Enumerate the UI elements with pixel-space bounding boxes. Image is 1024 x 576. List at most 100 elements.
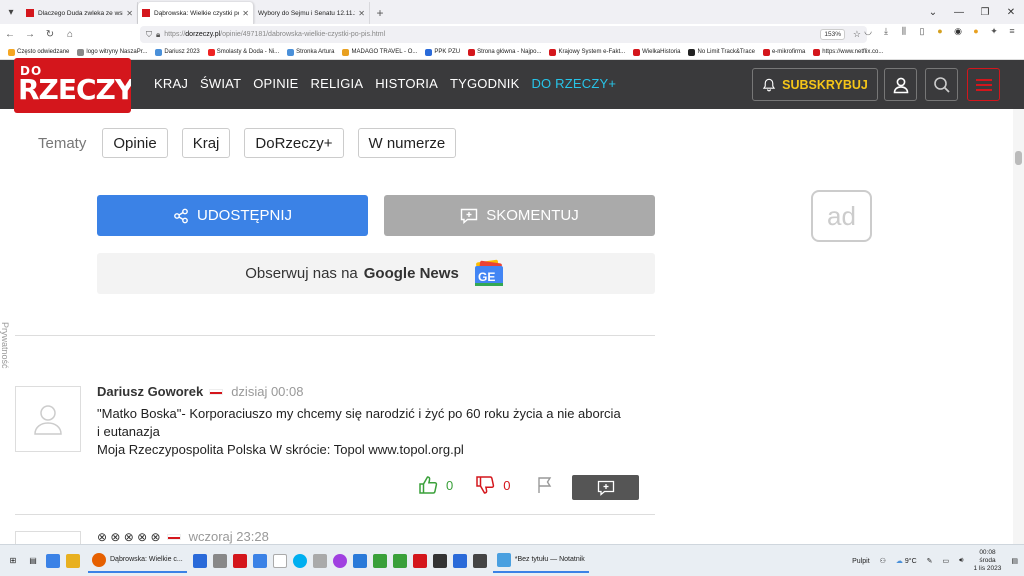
people-icon[interactable]: ⚇ (880, 557, 886, 565)
bookmark-item[interactable]: WielkaHistoria (633, 48, 680, 56)
nav-item-religia[interactable]: RELIGIA (311, 76, 364, 91)
volume-icon[interactable]: 🔊︎ (959, 557, 963, 565)
app-icon[interactable] (372, 553, 387, 568)
app-icon[interactable] (392, 553, 407, 568)
menu-button[interactable] (967, 68, 1000, 101)
messenger-icon[interactable] (332, 553, 347, 568)
thumbs-up-icon[interactable] (418, 475, 438, 495)
restore-icon[interactable]: ❐ (972, 0, 998, 24)
forward-icon[interactable]: → (20, 29, 40, 40)
user-account-button[interactable] (884, 68, 917, 101)
start-icon[interactable]: ⊞ (6, 554, 20, 568)
subscribe-button[interactable]: SUBSKRYBUJ (752, 68, 878, 101)
taskbar-app-notepad[interactable]: *Bez tytułu — Notatnik (492, 549, 589, 573)
tab-list-icon[interactable]: ▾ (0, 0, 22, 24)
app-icon[interactable] (472, 553, 487, 568)
extensions-puzzle-icon[interactable]: ✦ (988, 26, 1000, 37)
zoom-indicator[interactable]: 153% (820, 29, 845, 40)
bookmark-item[interactable]: MADAGO TRAVEL - O... (342, 48, 417, 56)
reload-icon[interactable]: ↻ (40, 29, 60, 40)
network-icon[interactable]: ▭ (943, 557, 950, 565)
app-icon[interactable] (312, 553, 327, 568)
folder-icon[interactable] (66, 553, 80, 568)
skype-icon[interactable] (292, 553, 307, 568)
weather-widget[interactable]: ☁ 9°C (896, 557, 917, 565)
thumbs-down-icon[interactable] (475, 475, 495, 495)
nav-item-dorzeczy-plus[interactable]: DO RZECZY+ (531, 76, 616, 91)
bookmark-star-icon[interactable]: ☆ (853, 29, 861, 40)
topic-chip-w-numerze[interactable]: W numerze (357, 128, 457, 158)
topic-chip-dorzeczy-plus[interactable]: DoRzeczy+ (244, 128, 344, 158)
lock-icon[interactable]: 🔒︎ (156, 30, 160, 40)
shield-icon[interactable]: ⛉ (146, 30, 152, 40)
bookmark-item[interactable]: PPK PZU (425, 48, 460, 56)
nav-item-swiat[interactable]: ŚWIAT (200, 76, 241, 91)
nav-item-tygodnik[interactable]: TYGODNIK (450, 76, 520, 91)
topic-chip-opinie[interactable]: Opinie (102, 128, 168, 158)
home-icon[interactable]: ⌂ (60, 29, 80, 40)
bookmark-item[interactable]: Często odwiedzane (8, 48, 69, 56)
task-view-icon[interactable]: ▤ (26, 554, 40, 568)
search-button[interactable] (925, 68, 958, 101)
bookmark-item[interactable]: Stronka Artura (287, 48, 334, 56)
file-icon[interactable] (272, 553, 287, 568)
tab-overflow-icon[interactable]: ⌄ (920, 0, 946, 24)
browser-tab[interactable]: Wybory do Sejmu i Senatu 12.11.20 ✕ (254, 2, 370, 24)
taskbar-app-firefox[interactable]: Dąbrowska: Wielkie c... (88, 549, 187, 573)
scrollbar-thumb[interactable] (1015, 151, 1022, 165)
app-icon[interactable] (432, 553, 447, 568)
sidebar-icon[interactable]: ▯ (916, 26, 928, 37)
nav-item-kraj[interactable]: KRAJ (154, 76, 188, 91)
pdf-icon[interactable] (232, 553, 247, 568)
share-button[interactable]: UDOSTĘPNIJ (97, 195, 368, 236)
author-name[interactable]: ⊗ ⊗ ⊗ ⊗ ⊗ (97, 530, 161, 544)
topic-chip-kraj[interactable]: Kraj (181, 128, 231, 158)
nav-item-opinie[interactable]: OPINIE (253, 76, 298, 91)
bookmark-item[interactable]: Krajowy System e-Fakt... (549, 48, 625, 56)
extension-icon[interactable]: ● (934, 26, 946, 37)
taskbar-clock[interactable]: 00:08 środa 1 lis 2023 (974, 549, 1002, 573)
close-tab-icon[interactable]: ✕ (358, 9, 365, 18)
bookmark-item[interactable]: No Limit Track&Trace (688, 48, 755, 56)
pocket-icon[interactable]: ◡ (862, 26, 874, 37)
app-icon[interactable] (412, 553, 427, 568)
app-icon[interactable] (452, 553, 467, 568)
browser-tab[interactable]: Dlaczego Duda zwleka ze wskaz ✕ (22, 2, 138, 24)
address-bar[interactable]: ⛉ 🔒︎ https://dorzeczy.pl/opinie/497181/d… (140, 26, 867, 43)
app-icon[interactable] (192, 553, 207, 568)
download-icon[interactable]: ⤓ (880, 26, 892, 37)
app-icon[interactable] (46, 553, 60, 568)
app-icon[interactable] (352, 553, 367, 568)
pen-icon[interactable]: ✎ (927, 557, 933, 565)
page-scrollbar[interactable] (1013, 109, 1024, 544)
google-news-follow[interactable]: Obserwuj nas na Google News GE (97, 253, 655, 294)
app-menu-icon[interactable]: ≡ (1006, 26, 1018, 37)
bookmark-item[interactable]: Strona główna - Najpo... (468, 48, 541, 56)
reply-button[interactable] (572, 475, 639, 500)
extension-icon[interactable]: ● (970, 26, 982, 37)
bookmark-item[interactable]: https://www.netflix.co... (813, 48, 883, 56)
back-icon[interactable]: ← (0, 29, 20, 40)
bookmark-item[interactable]: Dariusz 2023 (155, 48, 200, 56)
flag-report-icon[interactable] (536, 476, 554, 494)
library-icon[interactable]: ⫼ (898, 26, 910, 37)
minimize-icon[interactable]: — (946, 0, 972, 24)
author-name[interactable]: Dariusz Goworek (97, 384, 203, 399)
site-logo[interactable]: DO RZECZY (14, 58, 131, 113)
privacy-tab[interactable]: Prywatność (0, 322, 12, 386)
bookmark-item[interactable]: Smolasty & Doda - Ni... (207, 48, 279, 56)
comment-button[interactable]: SKOMENTUJ (384, 195, 655, 236)
desktop-label[interactable]: Pulpit (852, 558, 870, 565)
app-icon[interactable] (252, 553, 267, 568)
nav-item-historia[interactable]: HISTORIA (375, 76, 438, 91)
bookmark-item[interactable]: logo witryny NaszaPr... (77, 48, 147, 56)
new-tab-button[interactable]: + (370, 2, 390, 24)
bookmark-item[interactable]: e-mikrofirma (762, 48, 805, 56)
close-tab-icon[interactable]: ✕ (242, 9, 249, 18)
close-window-icon[interactable]: ✕ (998, 0, 1024, 24)
close-tab-icon[interactable]: ✕ (126, 9, 133, 18)
notifications-icon[interactable]: ▤ (1011, 557, 1018, 565)
extension-icon[interactable]: ◉ (952, 26, 964, 37)
app-icon[interactable] (212, 553, 227, 568)
browser-tab-active[interactable]: Dąbrowska: Wielkie czystki po 1 ✕ (138, 2, 254, 24)
